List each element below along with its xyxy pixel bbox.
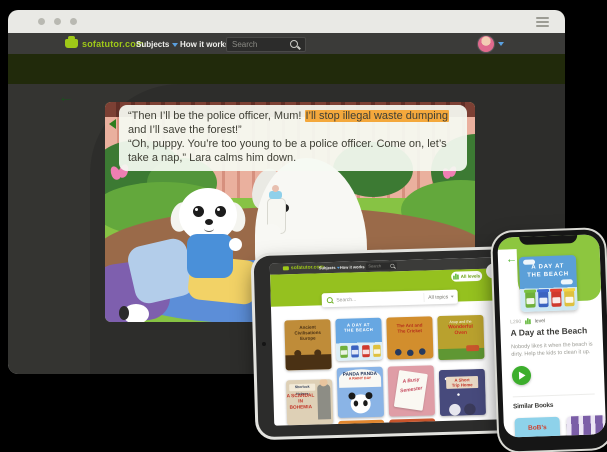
detective-art — [317, 384, 331, 419]
navbar-search-input[interactable]: Search — [226, 37, 306, 52]
cloud — [561, 279, 573, 284]
search-placeholder: Search — [368, 264, 381, 269]
sofatutor-logo[interactable]: sofatutor.com — [65, 36, 144, 51]
levels-chart-icon — [453, 274, 459, 280]
puppy-mouth — [204, 225, 214, 232]
search-placeholder: Search... — [336, 295, 424, 303]
window-control-dot[interactable] — [54, 18, 61, 25]
chevron-down-icon — [172, 43, 178, 47]
search-placeholder: Search — [232, 40, 257, 49]
book-cover-sherlock-holmes-a-scandal-in-bohemia[interactable]: Sherlock Holmes A Scandal in Bohemia — [286, 379, 333, 425]
puppy-paw — [229, 238, 242, 251]
recycling-bin-blue — [538, 291, 549, 307]
logo-text: sofatutor.com — [82, 39, 144, 49]
recycling-bin-green — [525, 291, 536, 307]
site-navbar: sofatutor.com Subjects How it works Sear… — [8, 33, 565, 54]
nav-subjects-label: Subjects — [136, 40, 169, 49]
sofa-icon — [283, 266, 289, 270]
tablet-screen: sofatutor.com Subjects How it works Sear… — [270, 257, 514, 426]
back-arrow-icon[interactable]: ← — [58, 90, 74, 106]
tablet-camera-icon — [262, 342, 266, 346]
silhouette-art — [285, 354, 331, 370]
avatar-chevron-down-icon[interactable] — [498, 42, 504, 46]
phone-screen: ← A DAY AT THE BEACH L290 level A Day a — [497, 234, 606, 437]
puppy-eye — [193, 206, 204, 217]
figures-art — [447, 402, 479, 416]
similar-book-cover-bobs[interactable]: BoB’s — [515, 417, 561, 438]
recycling-bin-yellow — [564, 290, 575, 306]
recycling-bin-yellow — [373, 345, 381, 357]
book-cover-a-short-trip-home[interactable]: A ShortTrip Home — [439, 369, 486, 416]
user-avatar[interactable] — [477, 35, 495, 53]
book-cover-ancient-civilisations-europe[interactable]: Ancient Civilisations Europe — [284, 319, 331, 370]
divider — [513, 393, 595, 397]
level-chart-icon — [525, 318, 531, 324]
dialogue-text: “Then I’ll be the police officer, Mum! I… — [128, 110, 458, 166]
book-cover-partial[interactable] — [389, 418, 435, 424]
search-icon — [390, 264, 394, 268]
level-code: L290 — [510, 319, 521, 325]
hamburger-menu-icon[interactable] — [536, 17, 549, 27]
book-cover-a-busy-semester[interactable]: A Busy Semester — [388, 365, 435, 416]
recycling-bin-red — [551, 291, 562, 307]
window-control-dot[interactable] — [38, 18, 45, 25]
book-cover-a-day-at-the-beach[interactable]: A DAY AT THE BEACH — [335, 318, 382, 361]
sofa-icon — [65, 39, 78, 48]
ants-art — [392, 347, 428, 356]
play-button[interactable] — [512, 366, 532, 386]
page-header-band — [8, 54, 565, 84]
all-levels-button[interactable]: All levels — [451, 271, 482, 282]
book-cover-anup-and-the-wonderful-oven[interactable]: Anup and the Wonderful Oven — [437, 315, 484, 360]
puppy-shirt — [187, 234, 233, 278]
recycling-bin-red — [362, 345, 370, 357]
book-cover-the-ant-and-the-cricket[interactable]: The Ant and The Cricket — [386, 316, 433, 359]
dialogue-marker-icon[interactable] — [109, 119, 116, 129]
book-cover-partial[interactable] — [338, 420, 384, 426]
sleeping-puppy — [123, 304, 149, 322]
similar-books-heading: Similar Books — [513, 401, 553, 410]
tablet-search-bar[interactable]: Search... All topics — [322, 290, 458, 308]
tablet-nav-how-it-works[interactable]: How it works — [340, 265, 365, 270]
phone-back-arrow-icon[interactable]: ← — [506, 253, 517, 264]
recycling-bin-green — [340, 346, 348, 358]
search-icon[interactable] — [290, 40, 298, 48]
nav-item-subjects[interactable]: Subjects — [136, 40, 178, 49]
page: sofatutor.com Subjects How it works Sear… — [0, 0, 607, 452]
level-label: level — [535, 318, 545, 324]
highlighted-text: I’ll stop illegal waste dumping — [305, 110, 449, 122]
book-meta-row: L290 level — [510, 315, 595, 325]
book-title: A Day at the Beach — [510, 326, 587, 339]
phone-book-cover-a-day-at-the-beach[interactable]: A DAY AT THE BEACH — [519, 255, 578, 312]
browser-chrome — [8, 10, 565, 33]
landscape-art — [438, 348, 484, 360]
book-cover-panda-panda-a-rainy-day[interactable]: PANDA PANDA A RAINY DAY — [337, 367, 384, 418]
dialogue-box: “Then I’ll be the police officer, Mum! I… — [119, 105, 467, 171]
mother-dog-paw — [261, 224, 281, 239]
search-icon — [327, 297, 333, 303]
tablet-nav-subjects[interactable]: Subjects — [319, 265, 340, 270]
puppy-eye — [215, 206, 226, 217]
panda-art — [350, 394, 371, 414]
recycling-bin-blue — [351, 345, 359, 357]
window-control-dot[interactable] — [70, 18, 77, 25]
all-topics-dropdown[interactable]: All topics — [424, 294, 458, 300]
title-plaque: A ShortTrip Home — [446, 376, 478, 389]
tablet-navbar-search-input[interactable]: Search — [366, 262, 397, 270]
chevron-down-icon — [451, 296, 454, 298]
phone-mockup: ← A DAY AT THE BEACH L290 level A Day a — [492, 229, 607, 452]
similar-book-cover-birch-forest[interactable] — [566, 415, 606, 438]
nav-item-how-it-works[interactable]: How it works — [180, 40, 229, 49]
book-description: Nobody likes it when the beach is dirty.… — [511, 340, 595, 358]
